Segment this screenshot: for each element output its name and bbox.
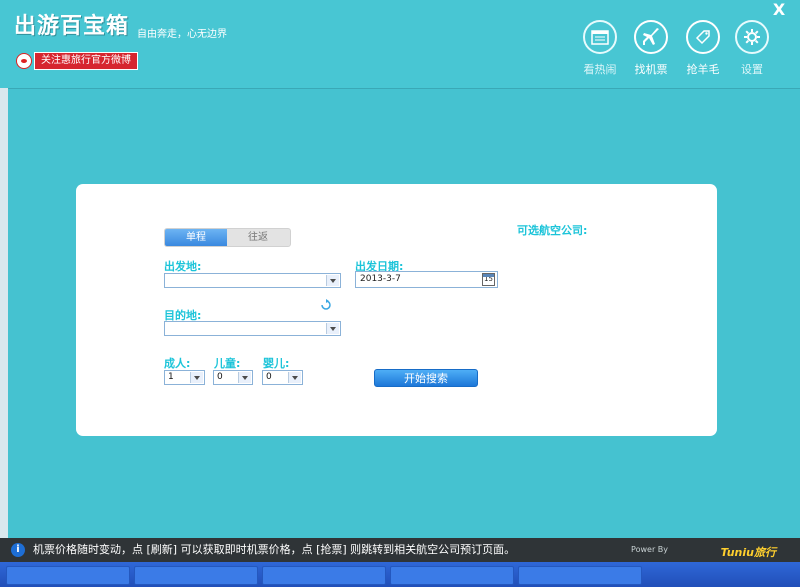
weibo-follow-button[interactable]: 关注惠旅行官方微博 — [34, 52, 138, 70]
arrive-city-select[interactable] — [164, 321, 341, 336]
nav-grab-deals[interactable]: 抢羊毛 — [678, 20, 728, 80]
depart-date-value: 2013-3-7 — [360, 274, 401, 284]
calendar-icon — [583, 20, 617, 54]
nav-watch-hot[interactable]: 看热闹 — [575, 20, 625, 80]
chevron-down-icon[interactable] — [288, 372, 301, 383]
nav-label-settings: 设置 — [741, 63, 763, 76]
gear-svg — [744, 29, 760, 45]
chevron-down-icon[interactable] — [238, 372, 251, 383]
taskbar-button[interactable] — [262, 566, 386, 585]
app-window: 出游百宝箱 自由奔走，心无边界 关注惠旅行官方微博 X 看热闹 找机票 抢羊毛 … — [0, 0, 800, 587]
tab-one-way[interactable]: 单程 — [165, 229, 227, 246]
taskbar-button[interactable] — [6, 566, 130, 585]
infant-count-select[interactable]: 0 — [262, 370, 303, 385]
powered-by-label: Power By — [631, 545, 668, 554]
chevron-down-icon[interactable] — [190, 372, 203, 383]
child-count-value: 0 — [217, 372, 223, 382]
close-button[interactable]: X — [768, 0, 790, 20]
infant-count-value: 0 — [266, 372, 272, 382]
taskbar-button[interactable] — [134, 566, 258, 585]
gear-icon — [735, 20, 769, 54]
tab-round-trip[interactable]: 往返 — [227, 229, 289, 246]
weibo-icon — [16, 53, 32, 69]
nav-settings[interactable]: 设置 — [727, 20, 777, 80]
header-bar: 出游百宝箱 自由奔走，心无边界 关注惠旅行官方微博 X 看热闹 找机票 抢羊毛 … — [0, 0, 800, 89]
nav-label-watch-hot: 看热闹 — [583, 63, 617, 76]
status-message: 机票价格随时变动，点 [刷新] 可以获取即时机票价格，点 [抢票] 则跳转到相关… — [33, 543, 516, 556]
windows-taskbar — [0, 562, 800, 587]
calendar-svg — [591, 30, 609, 45]
status-bar: i 机票价格随时变动，点 [刷新] 可以获取即时机票价格，点 [抢票] 则跳转到… — [0, 538, 800, 562]
adult-count-value: 1 — [168, 372, 174, 382]
child-label: 儿童: — [214, 357, 241, 370]
airplane-svg — [643, 28, 659, 45]
window-edge — [0, 88, 8, 538]
weibo-follow-area[interactable]: 关注惠旅行官方微博 — [16, 52, 138, 70]
airline-label: 可选航空公司: — [517, 224, 588, 237]
depart-city-label: 出发地: — [164, 260, 202, 273]
swap-icon[interactable] — [320, 299, 332, 311]
trip-type-tabs: 单程 往返 — [164, 228, 291, 247]
chevron-down-icon[interactable] — [326, 275, 339, 286]
depart-date-input[interactable]: 2013-3-7 15 — [355, 271, 498, 288]
info-icon: i — [11, 543, 25, 557]
adult-label: 成人: — [164, 357, 191, 370]
app-title: 出游百宝箱 — [14, 14, 130, 39]
tag-svg — [695, 30, 710, 45]
tag-icon — [686, 20, 720, 54]
nav-label-grab-deals: 抢羊毛 — [686, 63, 720, 76]
chevron-down-icon[interactable] — [326, 323, 339, 334]
airplane-icon — [634, 20, 668, 54]
taskbar-button[interactable] — [518, 566, 642, 585]
child-count-select[interactable]: 0 — [213, 370, 253, 385]
calendar-icon[interactable]: 15 — [482, 273, 495, 286]
app-slogan: 自由奔走，心无边界 — [137, 29, 227, 40]
infant-label: 婴儿: — [263, 357, 290, 370]
nav-label-find-tickets: 找机票 — [634, 63, 668, 76]
taskbar-button[interactable] — [390, 566, 514, 585]
nav-find-tickets[interactable]: 找机票 — [626, 20, 676, 80]
adult-count-select[interactable]: 1 — [164, 370, 205, 385]
depart-city-select[interactable] — [164, 273, 341, 288]
search-button[interactable]: 开始搜索 — [374, 369, 478, 387]
